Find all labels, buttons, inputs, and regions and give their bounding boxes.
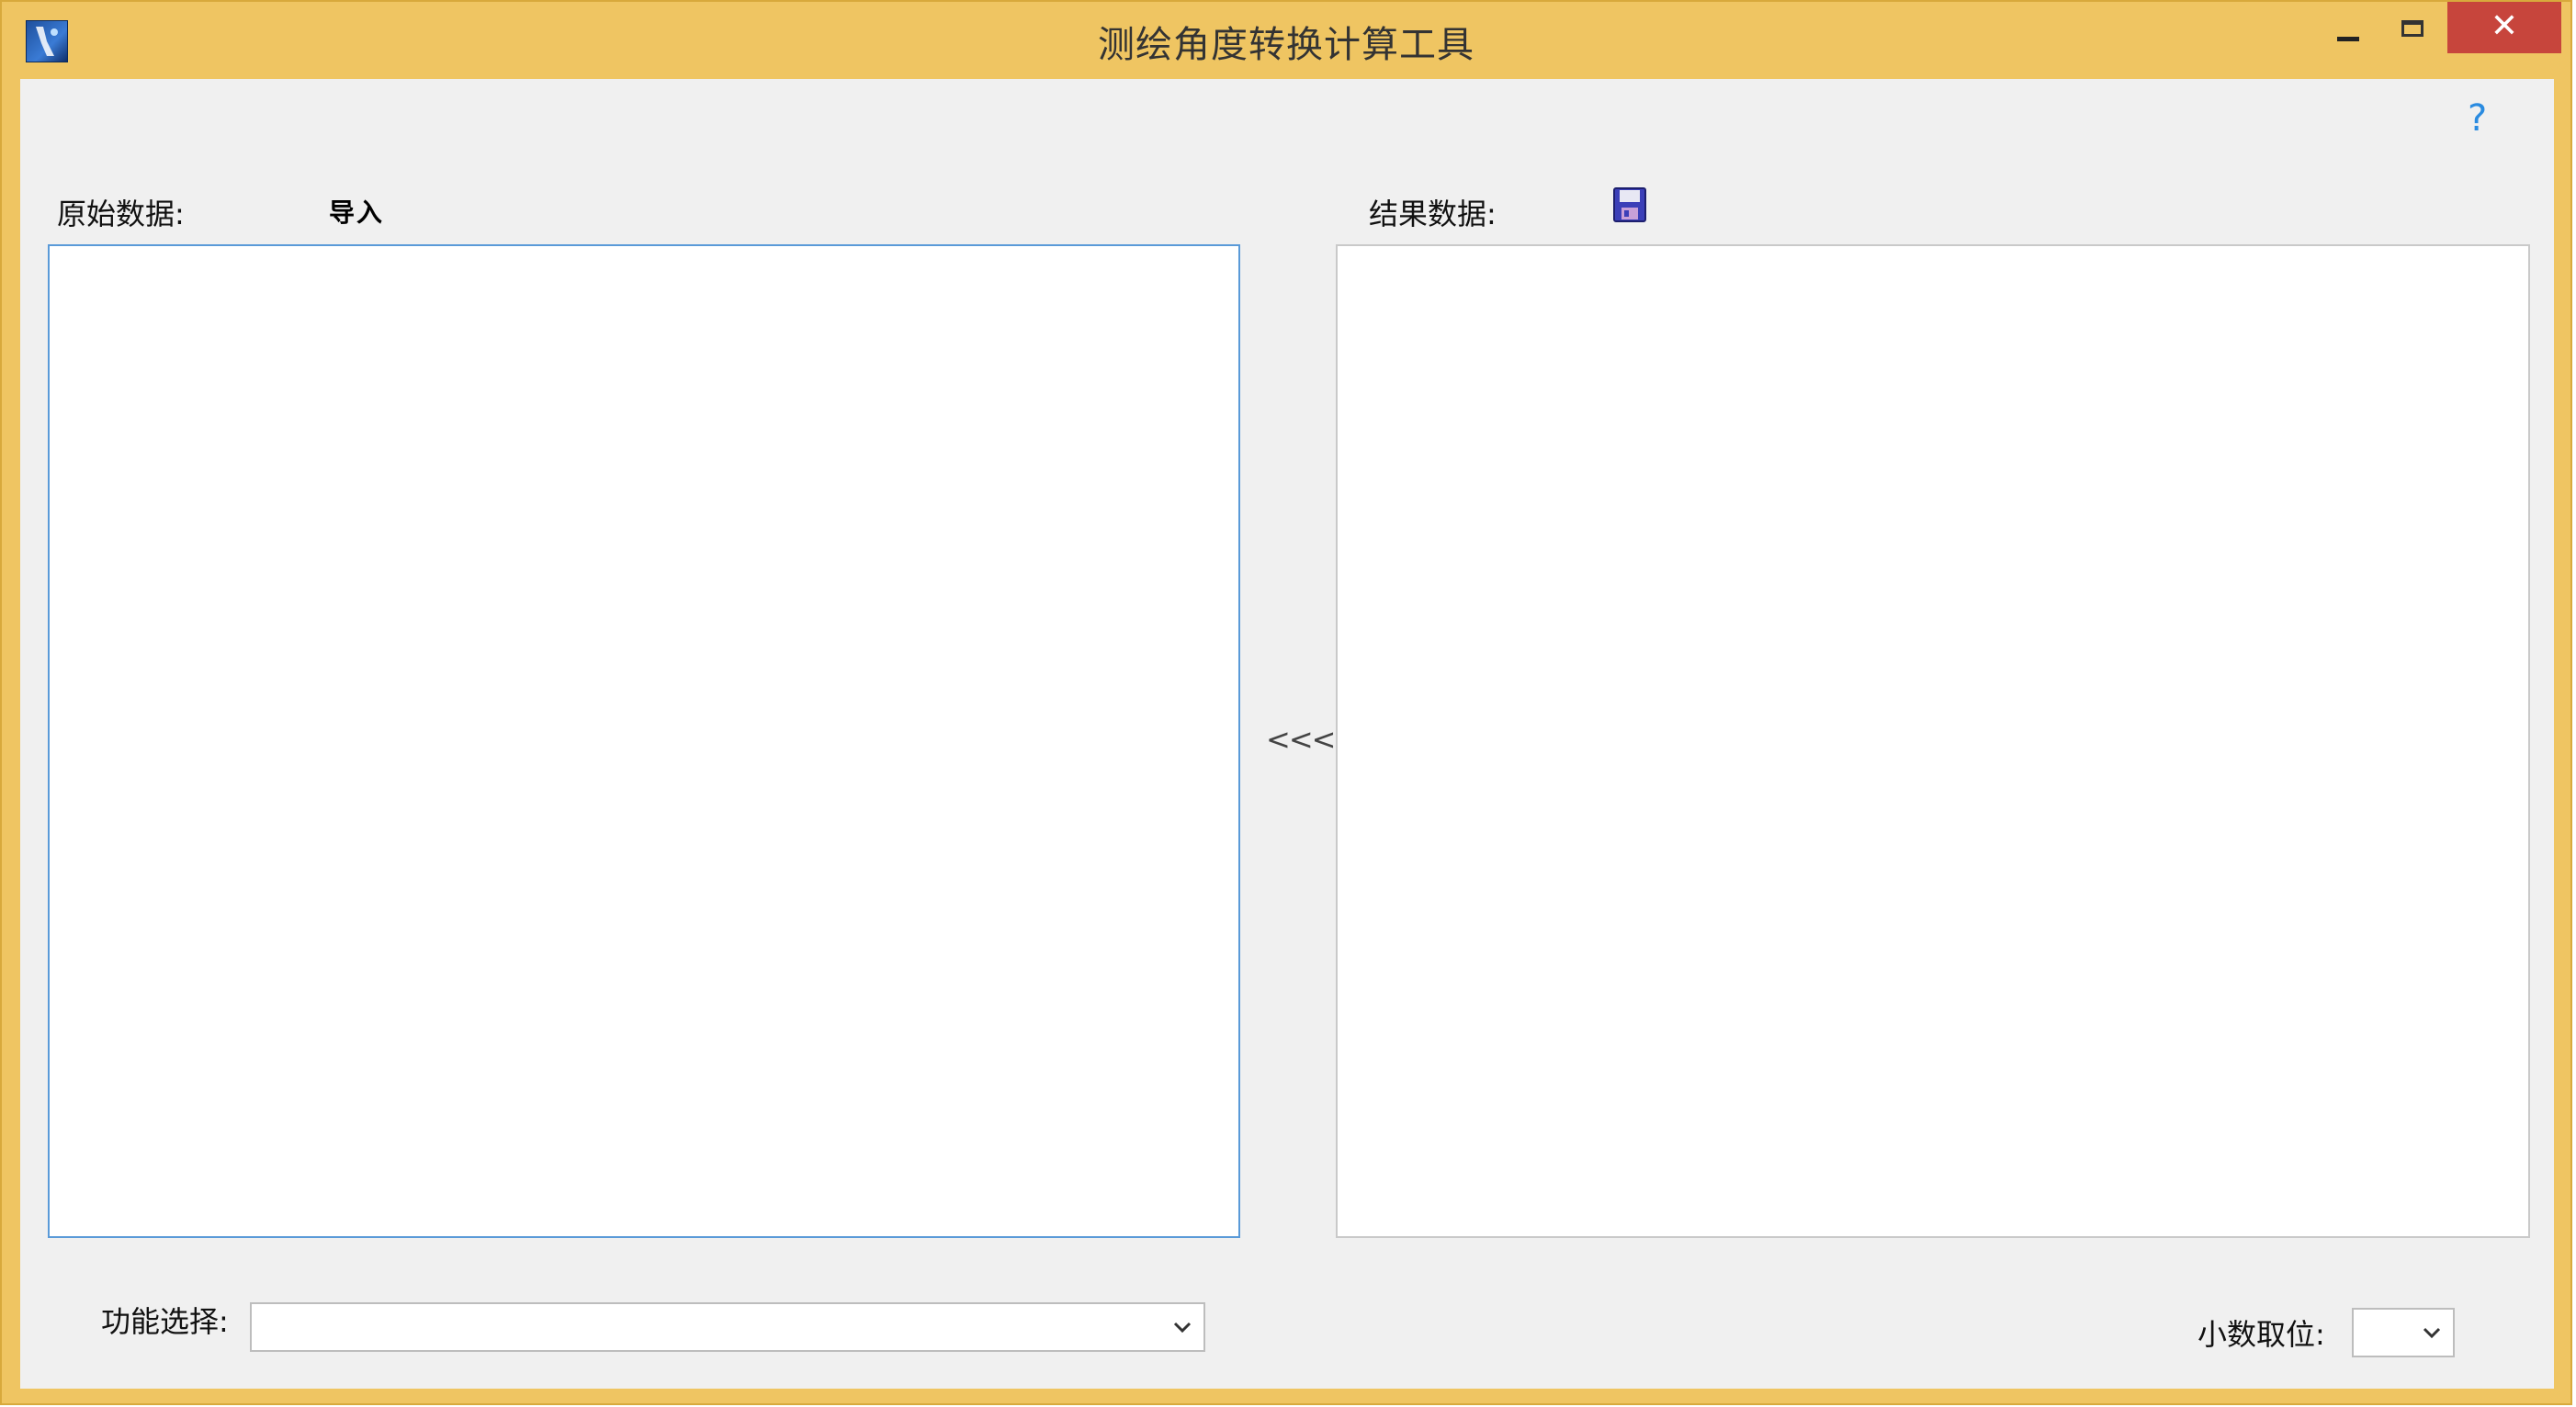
chevron-down-icon — [2423, 1327, 2441, 1339]
result-data-textbox[interactable] — [1336, 244, 2530, 1238]
result-data-label: 结果数据: — [1369, 197, 1497, 231]
title-bar[interactable]: 测绘角度转换计算工具 ✕ — [2, 2, 2570, 79]
maximize-icon — [2401, 20, 2423, 37]
client-area: ? 原始数据: 导入 结果数据: <<< 功能选择: 小数取位: — [20, 79, 2554, 1389]
decimal-places-label: 小数取位: — [2198, 1317, 2325, 1352]
minimize-icon — [2337, 37, 2359, 41]
save-floppy-icon[interactable] — [1613, 187, 1646, 222]
raw-data-label: 原始数据: — [57, 197, 185, 231]
function-select-label: 功能选择: — [101, 1304, 229, 1339]
close-icon: ✕ — [2490, 7, 2519, 45]
minimize-button[interactable] — [2311, 2, 2383, 53]
raw-data-textbox[interactable] — [48, 244, 1240, 1238]
decimal-places-dropdown[interactable] — [2352, 1308, 2455, 1357]
function-select-dropdown[interactable] — [250, 1302, 1205, 1352]
convert-button[interactable]: <<< — [1266, 722, 1336, 757]
maximize-button[interactable] — [2376, 2, 2447, 53]
chevron-down-icon — [1173, 1322, 1192, 1334]
help-question-icon[interactable]: ? — [2468, 97, 2487, 140]
main-window: 测绘角度转换计算工具 ✕ ? 原始数据: 导入 结果数据: <<< 功能选择: — [0, 0, 2572, 1405]
import-button[interactable]: 导入 — [329, 193, 384, 230]
window-title: 测绘角度转换计算工具 — [1098, 24, 1474, 66]
close-button[interactable]: ✕ — [2447, 2, 2561, 53]
